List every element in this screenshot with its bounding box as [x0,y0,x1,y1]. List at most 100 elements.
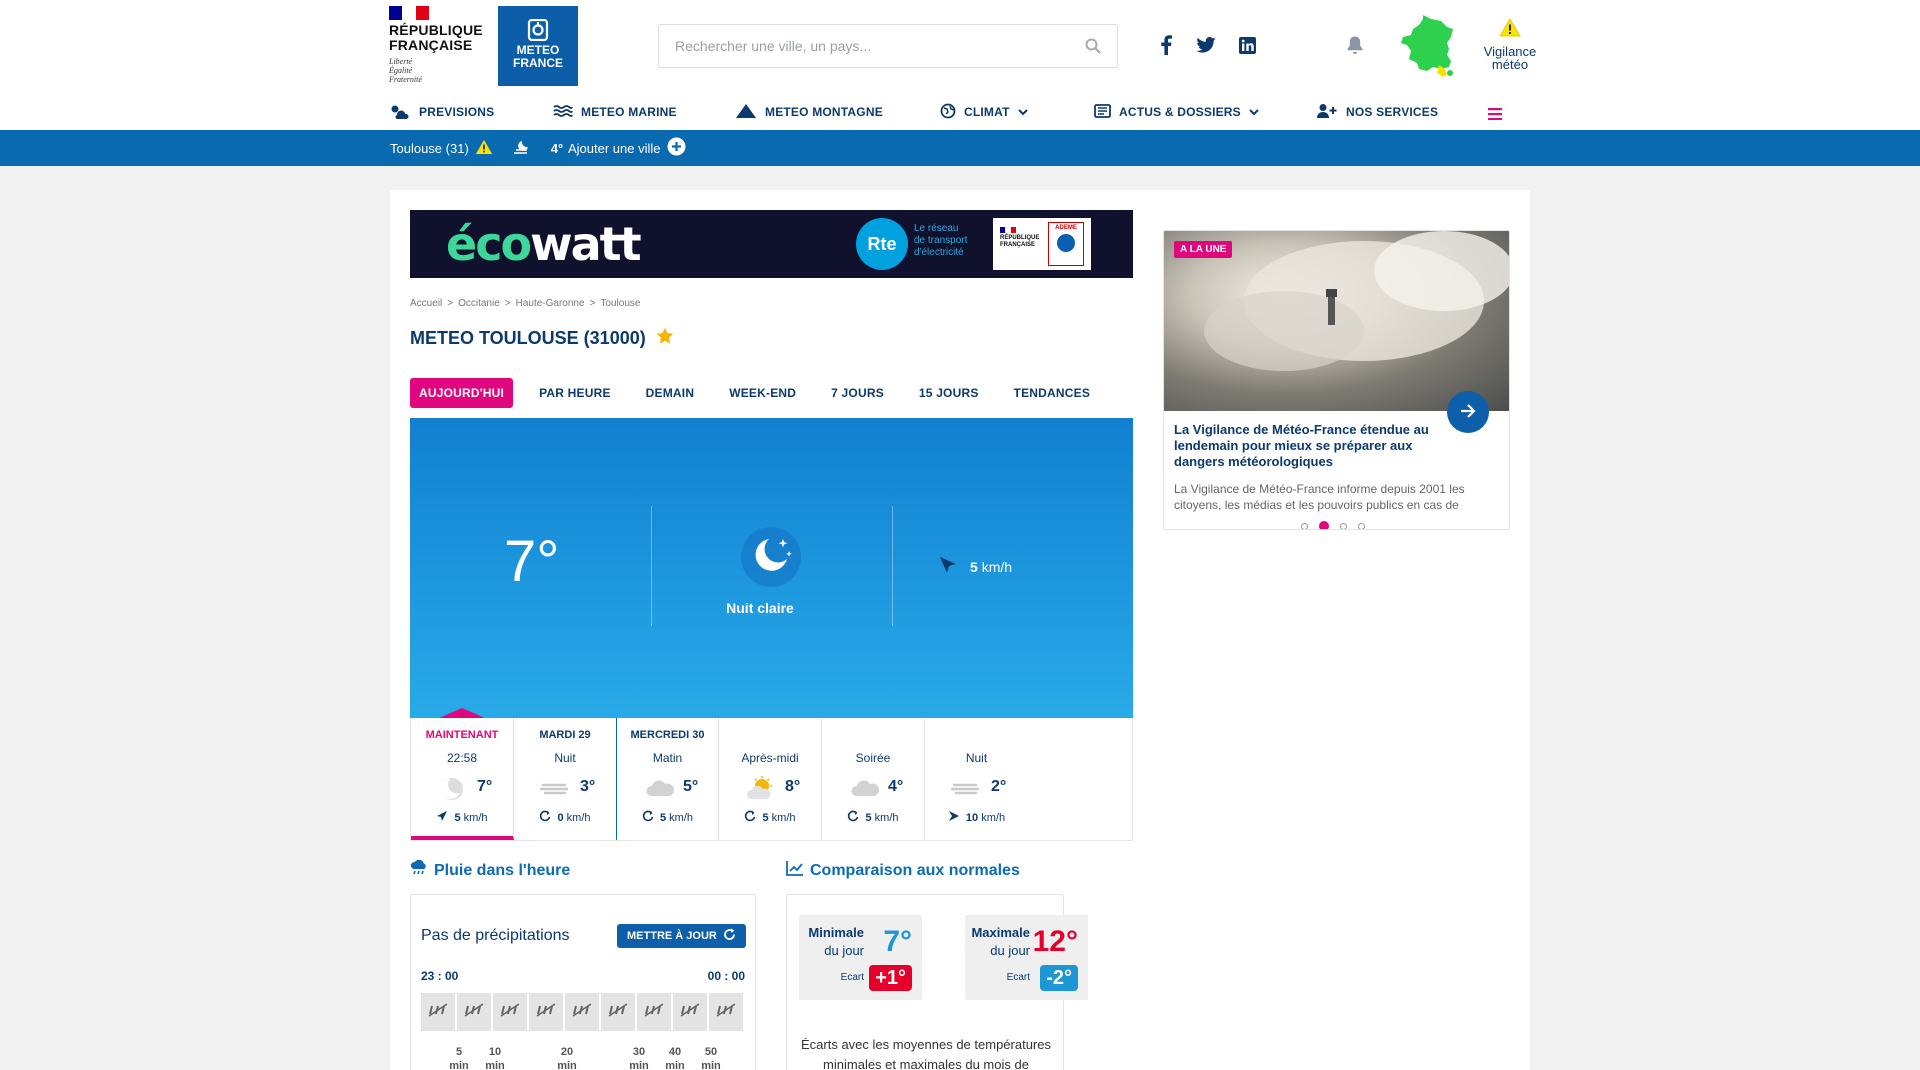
city-chip-toulouse[interactable]: Toulouse (31) 4° [390,130,563,166]
linkedin-icon[interactable] [1239,37,1256,58]
nav-meteo-montagne[interactable]: METEO MONTAGNE [735,102,883,122]
normals-heading: Comparaison aux normales [810,861,1020,879]
min-label1: Minimale [808,925,864,940]
timeline-wind: 5 [454,811,461,824]
current-wind-value: 5 [970,558,978,575]
breadcrumb-separator: > [504,298,511,309]
breadcrumb-haute-garonne[interactable]: Haute-Garonne [516,298,585,309]
current-description: Nuit claire [726,600,794,616]
timeline-item[interactable]: Soirée 4° 5 km/h [822,718,925,840]
rte-line3: d'électricité [914,247,964,258]
no-rain-icon [571,1002,593,1022]
tab-7-jours[interactable]: 7 JOURS [822,378,893,408]
nav-nos-services[interactable]: NOS SERVICES [1316,102,1438,122]
rain-tick-value: 50 [704,1046,718,1058]
divider [651,506,652,626]
cloud-rain-icon [410,859,428,881]
rain-status: Pas de précipitations [421,927,570,944]
fog-icon [539,776,570,807]
carousel-dot[interactable] [1340,522,1347,529]
rte-line1: Le réseau [914,223,959,234]
breadcrumb-accueil[interactable]: Accueil [410,298,442,309]
search-input[interactable] [659,25,1059,67]
next-arrow-button[interactable] [1447,391,1489,433]
rain-tick-label: 20 min [557,1045,577,1070]
ademe-logo: ADEME [1048,222,1084,266]
timeline-wind: 0 [557,811,564,824]
timeline-unit: km/h [463,811,488,824]
timeline-wind: 5 [865,811,872,824]
no-rain-icon [499,1002,521,1022]
facebook-icon[interactable] [1159,35,1173,59]
tab-tendances[interactable]: TENDANCES [1005,378,1099,408]
tab-15-jours[interactable]: 15 JOURS [910,378,988,408]
vigilance-meteo-link[interactable]: Vigilance météo [1480,18,1540,71]
republique-francaise-logo[interactable]: RÉPUBLIQUE FRANÇAISE Liberté Égalité Frater… [389,6,483,88]
tab-par-heure[interactable]: PAR HEURE [530,378,620,408]
city-name: Toulouse (31) [390,140,469,156]
ecowatt-eco: éco [446,217,532,271]
rain-cell [529,993,563,1031]
nav-climat[interactable]: CLIMAT [940,102,1028,122]
ecowatt-banner[interactable]: écowatt Rte Le réseau de transport d'élect… [410,210,1133,278]
news-carousel[interactable]: A LA UNE La Vigilance de Météo-France ét… [1163,230,1510,530]
tab-aujourdhui[interactable]: AUJOURD'HUI [410,378,514,408]
no-rain-icon [463,1002,485,1022]
timeline-period: Après-midi [741,751,799,765]
rf-motto-1: Liberté [389,57,413,66]
rain-tick-unit: min [701,1060,721,1070]
moon-cloud-icon [513,140,533,157]
no-rain-icon [643,1002,665,1022]
rain-section-heading: Pluie dans l'heure [410,859,570,881]
wind-direction-arrow-icon [938,555,958,578]
min-ecart-label: Ecart [840,972,864,983]
normals-box: Minimale du jour 7° Ecart +1° Maximale d… [786,894,1088,1070]
carousel-dot[interactable] [1301,522,1308,529]
waves-icon [553,104,573,121]
storm-lighthouse-image [1164,231,1509,411]
no-rain-icon [679,1002,701,1022]
nav-meteo-marine[interactable]: METEO MARINE [553,102,677,122]
breadcrumb-separator: > [589,298,596,309]
plus-circle-icon [667,137,686,159]
meteo-france-logo[interactable]: METEO FRANCE [498,6,578,86]
variable-wind-icon [642,810,654,825]
rain-timeline [421,993,743,1031]
nav-previsions[interactable]: PREVISIONS [389,102,494,122]
hamburger-menu-icon[interactable] [1488,105,1502,124]
timeline-item[interactable]: MAINTENANT 22:58 7° 5 km/h [411,708,514,840]
breadcrumb-occitanie[interactable]: Occitanie [458,298,500,309]
timeline-item[interactable]: MERCREDI 30 Matin 5° 5 km/h [616,718,719,840]
current-temperature: 7° [504,529,560,594]
rain-tick-unit: min [485,1060,505,1070]
timeline-period: Soirée [855,751,891,765]
search-icon[interactable] [1085,38,1101,58]
timeline-temp: 5° [683,778,699,795]
search-box [658,24,1118,68]
min-label2: du jour [824,943,864,958]
timeline-item[interactable]: MARDI 29 Nuit 3° 0 km/h [514,718,617,840]
vigilance-france-map-icon[interactable] [1393,13,1461,81]
timeline-item[interactable]: Après-midi 8° 5 km/h [719,718,822,840]
arrow-right-icon [1460,403,1476,422]
timeline-temp: 4° [888,778,904,795]
fog-icon [950,776,981,807]
clear-night-moon-icon [739,525,803,593]
tab-demain[interactable]: DEMAIN [637,378,704,408]
news-title[interactable]: La Vigilance de Météo-France étendue au … [1174,422,1444,470]
refresh-button[interactable]: METTRE À JOUR [617,924,746,948]
chevron-down-icon [1249,105,1259,119]
rain-tick-value: 30 [632,1046,646,1058]
bell-icon[interactable] [1346,35,1364,59]
carousel-dot[interactable] [1358,522,1365,529]
star-favorite-icon[interactable] [656,327,674,349]
carousel-dot-active[interactable] [1319,521,1329,529]
tab-week-end[interactable]: WEEK-END [720,378,805,408]
ademe-text: ADEME [1055,225,1077,231]
timeline-item[interactable]: Nuit 2° 10 km/h [925,718,1028,840]
nav-actus-dossiers[interactable]: ACTUS & DOSSIERS [1093,102,1259,122]
carousel-dots [1301,521,1365,529]
add-city-button[interactable]: Ajouter une ville [568,130,686,166]
nav-label: CLIMAT [964,105,1010,119]
twitter-icon[interactable] [1196,37,1216,57]
